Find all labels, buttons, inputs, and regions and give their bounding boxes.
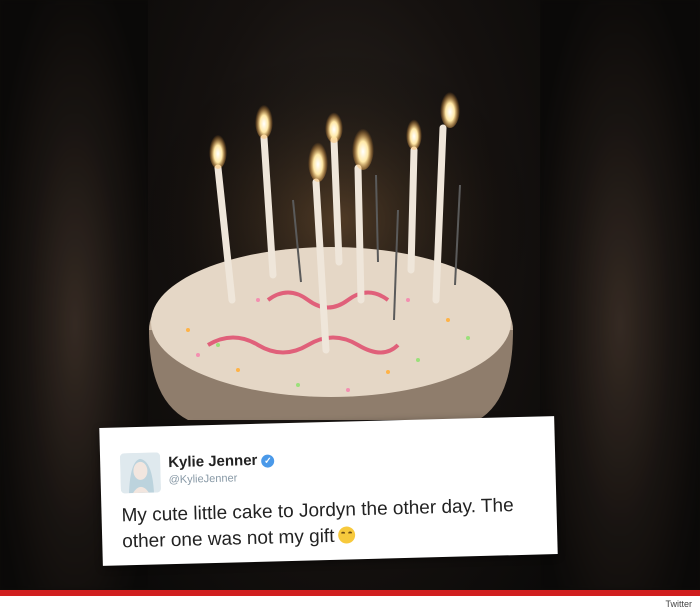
avatar-illustration (119, 452, 161, 494)
tweet-card: Kylie Jenner ✓ @KylieJenner My cute littl… (99, 416, 558, 566)
photo-credit: Twitter (665, 599, 692, 609)
blurred-photo-right (540, 0, 700, 590)
footer-bar (0, 590, 700, 596)
verified-badge-icon: ✓ (261, 454, 275, 468)
tweet-text: My cute little cake to Jordyn the other … (121, 492, 542, 555)
smiling-face-icon (338, 526, 356, 544)
user-handle[interactable]: @KylieJenner (169, 472, 238, 486)
tweet-body: My cute little cake to Jordyn the other … (121, 495, 514, 553)
user-name[interactable]: Kylie Jenner ✓ (168, 451, 275, 471)
avatar (119, 452, 161, 494)
